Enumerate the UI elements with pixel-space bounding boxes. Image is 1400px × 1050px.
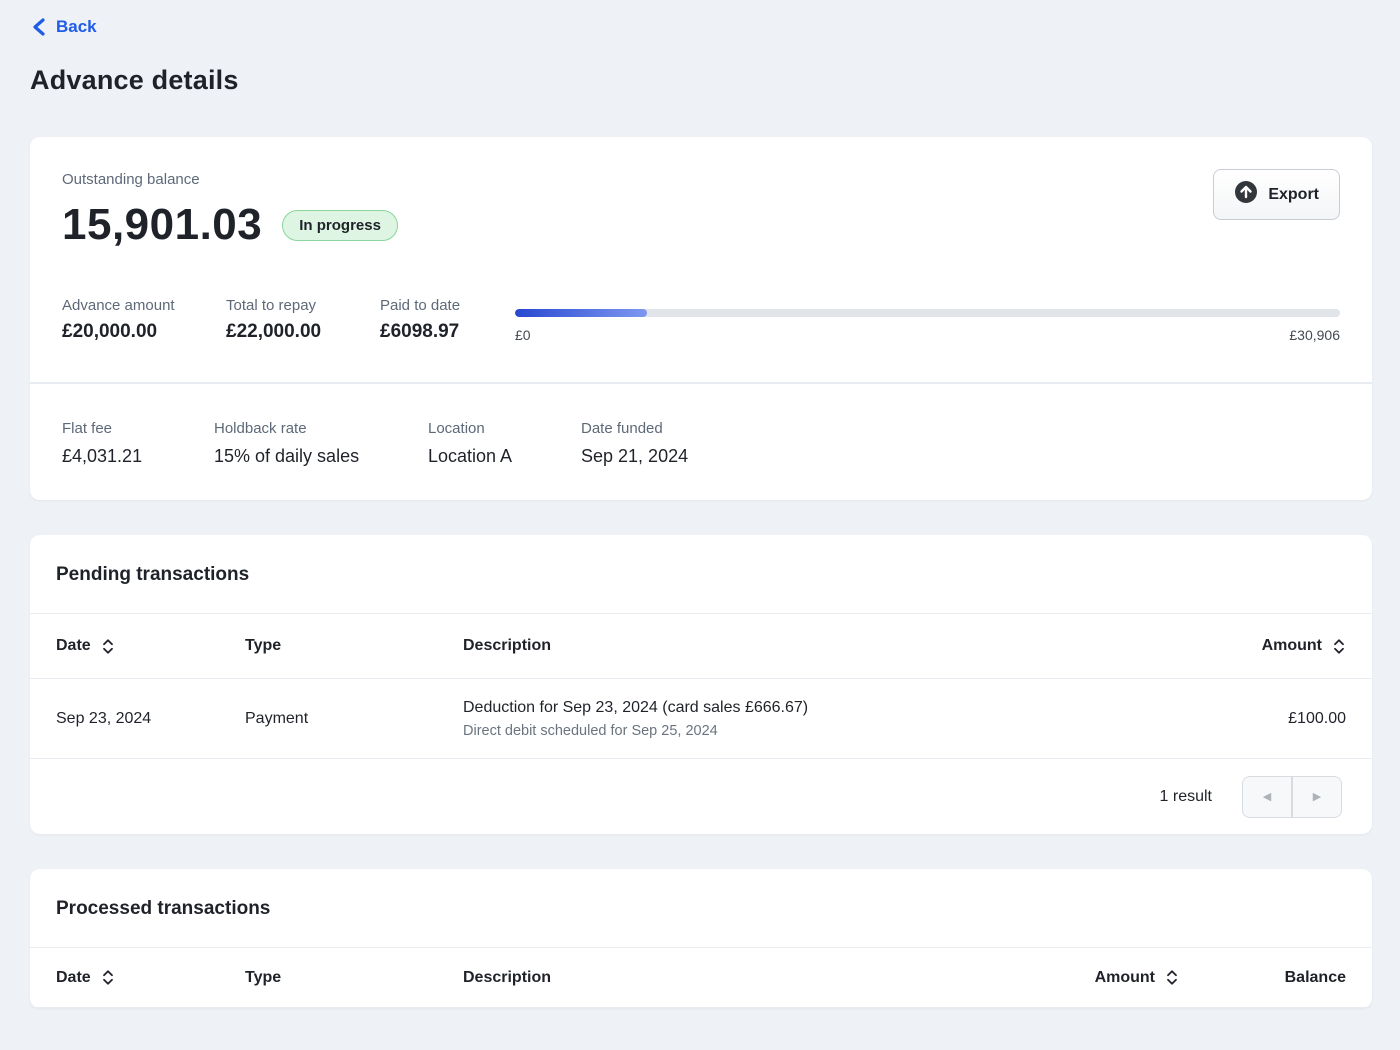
outstanding-balance-value: 15,901.03 (62, 200, 262, 250)
export-button[interactable]: Export (1213, 169, 1340, 220)
stat-value: £22,000.00 (226, 321, 380, 343)
upload-icon (1234, 180, 1258, 209)
stat-advance-amount: Advance amount £20,000.00 (62, 297, 226, 343)
detail-value: Location A (428, 446, 581, 467)
next-page-button[interactable]: ▶ (1292, 776, 1342, 818)
cell-date: Sep 23, 2024 (56, 710, 151, 728)
stat-value: £6098.97 (380, 321, 515, 343)
stat-value: £20,000.00 (62, 321, 226, 343)
column-header-type[interactable]: Type (245, 969, 463, 987)
progress-max-label: £30,906 (1289, 327, 1340, 343)
column-header-type[interactable]: Type (245, 637, 463, 655)
stat-paid-to-date: Paid to date £6098.97 (380, 297, 515, 343)
outstanding-balance-label: Outstanding balance (62, 171, 398, 188)
previous-page-button[interactable]: ◀ (1242, 776, 1292, 818)
sort-icon[interactable] (1332, 638, 1346, 655)
cell-type: Payment (245, 710, 463, 728)
processed-transactions-title: Processed transactions (30, 869, 1372, 947)
outstanding-balance-block: Outstanding balance 15,901.03 In progres… (62, 171, 398, 250)
description-main: Deduction for Sep 23, 2024 (card sales £… (463, 699, 1146, 717)
page-title: Advance details (30, 65, 1372, 96)
chevron-left-icon (30, 16, 48, 38)
sort-icon[interactable] (101, 638, 115, 655)
detail-label: Location (428, 420, 581, 437)
sort-icon[interactable] (101, 969, 115, 986)
cell-amount: £100.00 (1146, 710, 1346, 728)
detail-label: Holdback rate (214, 420, 428, 437)
stat-label: Advance amount (62, 297, 226, 314)
column-header-date[interactable]: Date (56, 969, 91, 987)
back-button[interactable]: Back (30, 16, 97, 38)
export-button-label: Export (1268, 186, 1319, 204)
result-count: 1 result (1160, 788, 1212, 806)
stat-label: Total to repay (226, 297, 380, 314)
detail-flat-fee: Flat fee £4,031.21 (62, 420, 214, 467)
pending-table-header: Date Type Description Amount (30, 614, 1372, 679)
sort-icon[interactable] (1165, 969, 1179, 986)
pending-transactions-title: Pending transactions (30, 535, 1372, 613)
detail-value: £4,031.21 (62, 446, 214, 467)
cell-description: Deduction for Sep 23, 2024 (card sales £… (463, 699, 1146, 739)
repayment-progress: £0 £30,906 (515, 297, 1340, 343)
stat-total-to-repay: Total to repay £22,000.00 (226, 297, 380, 343)
status-badge: In progress (282, 210, 398, 241)
arrow-right-icon: ▶ (1313, 790, 1321, 803)
pending-table-footer: 1 result ◀ ▶ (30, 759, 1372, 834)
progress-fill (515, 309, 647, 317)
column-header-amount[interactable]: Amount (1095, 969, 1155, 987)
description-sub: Direct debit scheduled for Sep 25, 2024 (463, 723, 1146, 739)
progress-min-label: £0 (515, 327, 531, 343)
detail-label: Date funded (581, 420, 688, 437)
back-label[interactable]: Back (56, 17, 97, 37)
table-row[interactable]: Sep 23, 2024 Payment Deduction for Sep 2… (30, 679, 1372, 759)
detail-value: Sep 21, 2024 (581, 446, 688, 467)
column-header-balance[interactable]: Balance (1179, 969, 1346, 987)
detail-value: 15% of daily sales (214, 446, 428, 467)
detail-holdback-rate: Holdback rate 15% of daily sales (214, 420, 428, 467)
advance-summary-card: Outstanding balance 15,901.03 In progres… (30, 137, 1372, 500)
processed-table-header: Date Type Description Amount Balance (30, 948, 1372, 1008)
column-header-date[interactable]: Date (56, 637, 91, 655)
stat-label: Paid to date (380, 297, 515, 314)
progress-track (515, 309, 1340, 317)
processed-transactions-card: Processed transactions Date Type Descrip… (30, 869, 1372, 1008)
pending-transactions-card: Pending transactions Date Type Descripti… (30, 535, 1372, 834)
detail-label: Flat fee (62, 420, 214, 437)
pagination: ◀ ▶ (1242, 776, 1342, 818)
detail-location: Location Location A (428, 420, 581, 467)
detail-date-funded: Date funded Sep 21, 2024 (581, 420, 688, 467)
column-header-description[interactable]: Description (463, 637, 1146, 655)
column-header-description[interactable]: Description (463, 969, 1029, 987)
column-header-amount[interactable]: Amount (1262, 637, 1322, 655)
arrow-left-icon: ◀ (1263, 790, 1271, 803)
